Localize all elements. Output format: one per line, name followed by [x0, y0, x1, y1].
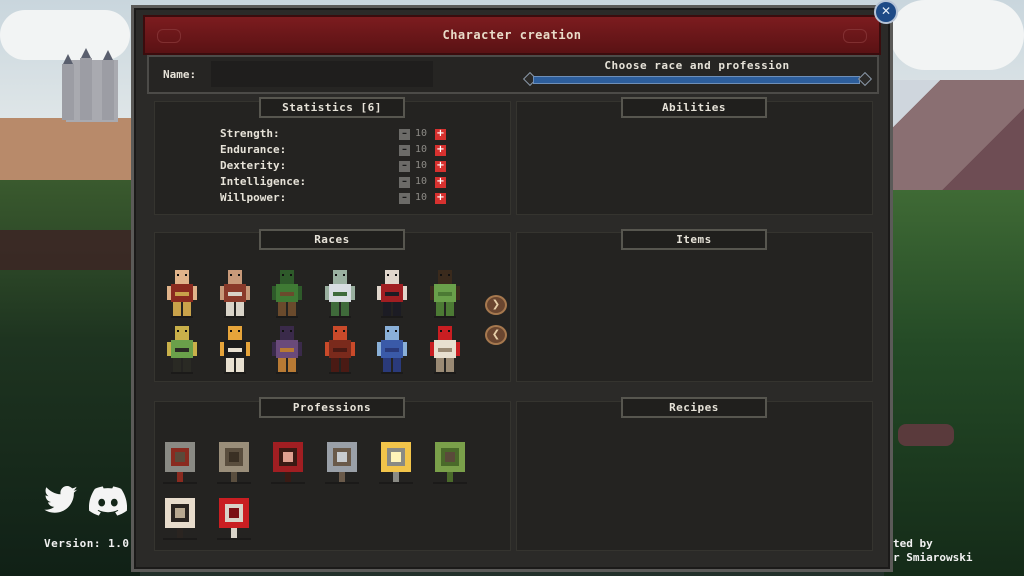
skull-icon[interactable]: [157, 492, 203, 542]
stat-value: 10: [415, 192, 428, 203]
demon-icon[interactable]: [321, 324, 359, 376]
stat-decrease-button[interactable]: –: [399, 145, 410, 156]
stat-label: Endurance:: [220, 143, 287, 156]
stat-value: 10: [415, 144, 428, 155]
close-button[interactable]: ✕: [874, 0, 898, 24]
window-title: Character creation: [442, 28, 582, 42]
sword-icon[interactable]: [157, 436, 203, 486]
stat-label: Willpower:: [220, 191, 287, 204]
skeleton-icon[interactable]: [426, 324, 464, 376]
creature-sprite: [898, 424, 954, 446]
title-bar: Character creation: [143, 15, 881, 55]
creation-progress-bar: [533, 76, 860, 84]
stat-increase-button[interactable]: +: [435, 193, 446, 204]
stat-increase-button[interactable]: +: [435, 145, 446, 156]
twitter-icon[interactable]: [43, 486, 79, 520]
abilities-panel: [516, 101, 873, 215]
version-text: Version: 1.0.1: [44, 537, 131, 550]
blood-magic-icon[interactable]: [265, 436, 311, 486]
stat-row-intelligence: Intelligence: – 10 +: [220, 175, 450, 191]
stat-decrease-button[interactable]: –: [399, 193, 410, 204]
stat-row-strength: Strength: – 10 +: [220, 127, 450, 143]
elf-icon[interactable]: [321, 268, 359, 320]
stat-increase-button[interactable]: +: [435, 129, 446, 140]
professions-header: Professions: [259, 397, 405, 418]
name-input[interactable]: [211, 61, 433, 87]
credits-line-1: ted by: [893, 537, 933, 550]
stat-label: Dexterity:: [220, 159, 287, 172]
items-panel: [516, 232, 873, 382]
zombie-hand-icon[interactable]: [427, 436, 473, 486]
name-label: Name:: [163, 68, 197, 81]
stat-label: Intelligence:: [220, 175, 307, 188]
discord-icon[interactable]: [88, 486, 128, 520]
crossed-axes-icon[interactable]: [319, 436, 365, 486]
ogre-icon[interactable]: [163, 324, 201, 376]
races-next-page-button[interactable]: ❯: [485, 295, 507, 315]
goblin-icon[interactable]: [268, 268, 306, 320]
recipes-panel: [516, 401, 873, 551]
races-header: Races: [259, 229, 405, 250]
creation-status-text: Choose race and profession: [604, 59, 790, 72]
races-prev-page-button[interactable]: ❮: [485, 325, 507, 345]
naga-icon[interactable]: [373, 324, 411, 376]
stat-row-dexterity: Dexterity: – 10 +: [220, 159, 450, 175]
kobold-icon[interactable]: [268, 324, 306, 376]
stat-value: 10: [415, 176, 428, 187]
abilities-header: Abilities: [621, 97, 767, 118]
stat-decrease-button[interactable]: –: [399, 161, 410, 172]
orc-icon[interactable]: [426, 268, 464, 320]
wolf-pack-icon[interactable]: [211, 436, 257, 486]
stat-value: 10: [415, 128, 428, 139]
stat-row-willpower: Willpower: – 10 +: [220, 191, 450, 207]
stat-decrease-button[interactable]: –: [399, 129, 410, 140]
items-header: Items: [621, 229, 767, 250]
stat-value: 10: [415, 160, 428, 171]
stat-label: Strength:: [220, 127, 280, 140]
title-ornament-right-icon: [843, 29, 867, 43]
credits-line-2: r Smiarowski: [893, 551, 973, 564]
recipes-header: Recipes: [621, 397, 767, 418]
lich-icon[interactable]: [216, 324, 254, 376]
human-woman-icon[interactable]: [163, 268, 201, 320]
red-shield-icon[interactable]: [211, 492, 257, 542]
vampire-icon[interactable]: [373, 268, 411, 320]
holy-monk-icon[interactable]: [373, 436, 419, 486]
stat-row-endurance: Endurance: – 10 +: [220, 143, 450, 159]
stat-increase-button[interactable]: +: [435, 161, 446, 172]
stat-decrease-button[interactable]: –: [399, 177, 410, 188]
statistics-header: Statistics [6]: [259, 97, 405, 118]
stat-increase-button[interactable]: +: [435, 177, 446, 188]
creation-progress-fill: [534, 77, 859, 83]
dwarf-icon[interactable]: [216, 268, 254, 320]
